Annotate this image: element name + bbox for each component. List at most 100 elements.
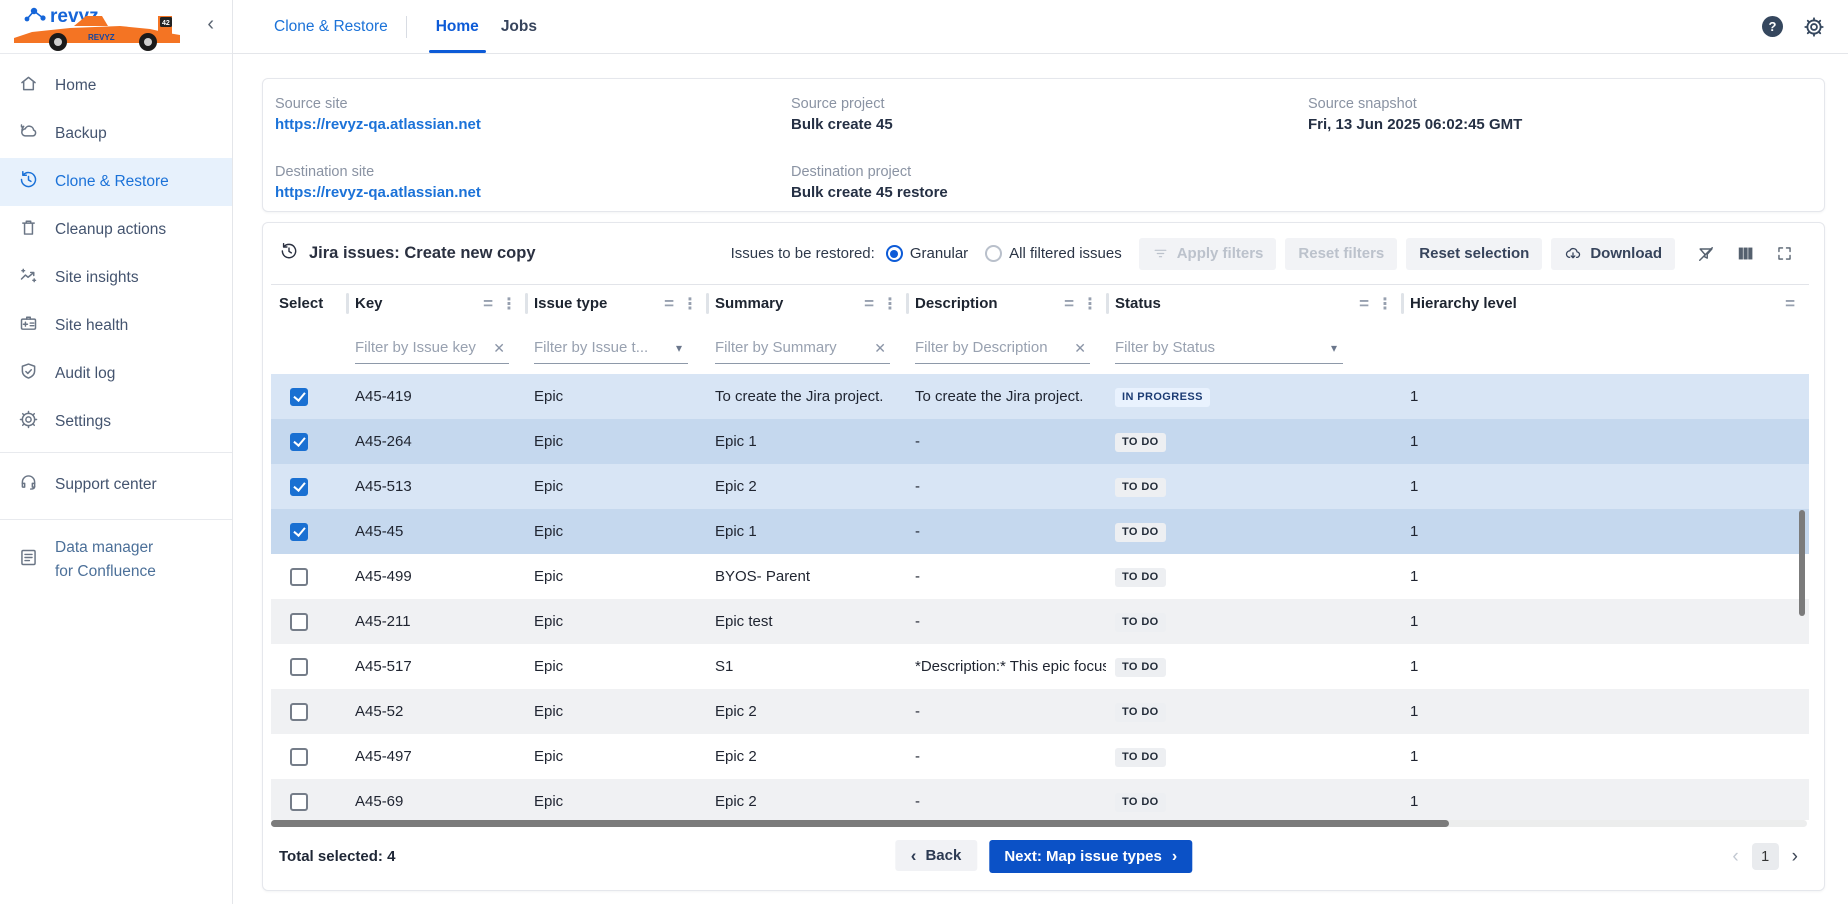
cell-summary: Epic 1 — [706, 523, 906, 540]
drag-handle-icon[interactable]: = — [1785, 294, 1809, 314]
filter-input-status[interactable] — [1115, 339, 1327, 363]
drag-handle-icon[interactable]: = — [1359, 294, 1371, 314]
column-menu-icon[interactable]: ⋮ — [676, 294, 706, 314]
settings-gear-icon[interactable] — [1803, 16, 1825, 38]
filter-row: ✕ ▾ ✕ ✕ ▾ — [271, 322, 1809, 374]
status-badge: TO DO — [1115, 703, 1166, 722]
source-site-link[interactable]: https://revyz-qa.atlassian.net — [275, 116, 791, 133]
cell-description: - — [906, 568, 1106, 585]
row-checkbox[interactable] — [290, 523, 308, 541]
table-row[interactable]: A45-513 Epic Epic 2 - TO DO 1 — [271, 464, 1809, 509]
sidebar-item-backup[interactable]: Backup — [0, 110, 232, 158]
row-checkbox[interactable] — [290, 568, 308, 586]
sidebar-collapse-button[interactable]: ‹ — [207, 14, 214, 34]
row-checkbox[interactable] — [290, 613, 308, 631]
status-badge: TO DO — [1115, 478, 1166, 497]
source-site-field: Source site https://revyz-qa.atlassian.n… — [275, 96, 791, 143]
table-row[interactable]: A45-211 Epic Epic test - TO DO 1 — [271, 599, 1809, 644]
next-map-issue-types-button[interactable]: Next: Map issue types› — [989, 840, 1192, 873]
sidebar-item-cleanup-actions[interactable]: Cleanup actions — [0, 206, 232, 254]
filter-input-description[interactable] — [915, 339, 1070, 363]
row-checkbox[interactable] — [290, 478, 308, 496]
pagination-next-icon[interactable]: › — [1792, 846, 1798, 868]
destination-site-link[interactable]: https://revyz-qa.atlassian.net — [275, 184, 791, 201]
source-project-field: Source project Bulk create 45 — [791, 96, 1308, 143]
breadcrumb[interactable]: Clone & Restore — [274, 18, 388, 36]
reset-selection-button[interactable]: Reset selection — [1406, 238, 1542, 270]
button-label: Reset filters — [1298, 245, 1384, 262]
sidebar-item-settings[interactable]: Settings — [0, 398, 232, 446]
row-checkbox[interactable] — [290, 703, 308, 721]
drag-handle-icon[interactable]: = — [1064, 294, 1076, 314]
sidebar-item-clone-restore[interactable]: Clone & Restore — [0, 158, 232, 206]
drag-handle-icon[interactable]: = — [864, 294, 876, 314]
column-menu-icon[interactable]: ⋮ — [876, 294, 906, 314]
row-checkbox[interactable] — [290, 388, 308, 406]
columns-icon[interactable] — [1732, 240, 1759, 267]
reset-filters-button[interactable]: Reset filters — [1285, 238, 1397, 270]
column-menu-icon[interactable]: ⋮ — [495, 294, 525, 314]
row-checkbox[interactable] — [290, 433, 308, 451]
field-value: Bulk create 45 — [791, 116, 1308, 133]
svg-text:REVYZ: REVYZ — [88, 33, 115, 42]
help-icon[interactable]: ? — [1762, 16, 1783, 37]
pagination-prev-icon[interactable]: ‹ — [1732, 846, 1738, 868]
vertical-scrollbar-thumb[interactable] — [1799, 510, 1805, 616]
status-badge: TO DO — [1115, 793, 1166, 812]
cell-select — [271, 388, 346, 406]
caret-down-icon[interactable]: ▾ — [672, 341, 688, 362]
caret-down-icon[interactable]: ▾ — [1327, 341, 1343, 362]
button-label: Apply filters — [1177, 245, 1264, 262]
table-row[interactable]: A45-69 Epic Epic 2 - TO DO 1 — [271, 779, 1809, 820]
filter-input-summary[interactable] — [715, 339, 870, 363]
back-button[interactable]: ‹Back — [895, 840, 978, 871]
table-footer: Total selected: 4 ‹Back Next: Map issue … — [263, 827, 1824, 890]
download-button[interactable]: Download — [1551, 238, 1675, 270]
table-row[interactable]: A45-497 Epic Epic 2 - TO DO 1 — [271, 734, 1809, 779]
drag-handle-icon[interactable]: = — [483, 294, 495, 314]
topbar-separator — [406, 16, 407, 38]
status-badge: IN PROGRESS — [1115, 388, 1210, 407]
brand-logo: revyz 42 REVYZ ‹ — [0, 0, 232, 54]
document-icon — [18, 547, 39, 573]
pagination-page-button[interactable]: 1 — [1752, 843, 1779, 870]
sidebar-item-label: Home — [55, 77, 96, 95]
sidebar-item-site-insights[interactable]: Site insights — [0, 254, 232, 302]
tab-home[interactable]: Home — [425, 0, 490, 53]
chevron-left-icon: ‹ — [911, 847, 917, 864]
filter-input-issue-type[interactable] — [534, 339, 672, 363]
sidebar-item-label: Settings — [55, 413, 111, 431]
sidebar-item-site-health[interactable]: Site health — [0, 302, 232, 350]
table-row[interactable]: A45-52 Epic Epic 2 - TO DO 1 — [271, 689, 1809, 734]
column-menu-icon[interactable]: ⋮ — [1076, 294, 1106, 314]
sidebar-divider — [0, 519, 232, 520]
horizontal-scrollbar[interactable] — [271, 820, 1807, 827]
radio-button[interactable] — [985, 245, 1002, 262]
clear-filter-icon[interactable]: ✕ — [489, 340, 509, 363]
table-row[interactable]: A45-499 Epic BYOS- Parent - TO DO 1 — [271, 554, 1809, 599]
radio-all-filtered-issues[interactable]: All filtered issues — [985, 245, 1122, 262]
drag-handle-icon[interactable]: = — [664, 294, 676, 314]
table-row[interactable]: A45-45 Epic Epic 1 - TO DO 1 — [271, 509, 1809, 554]
row-checkbox[interactable] — [290, 748, 308, 766]
sidebar-item-support-center[interactable]: Support center — [0, 461, 232, 509]
row-checkbox[interactable] — [290, 793, 308, 811]
filter-input-key[interactable] — [355, 339, 489, 363]
apply-filters-button[interactable]: Apply filters — [1139, 238, 1277, 270]
column-menu-icon[interactable]: ⋮ — [1371, 294, 1401, 314]
clear-filter-icon[interactable]: ✕ — [1070, 340, 1090, 363]
sidebar-item-home[interactable]: Home — [0, 62, 232, 110]
table-row[interactable]: A45-419 Epic To create the Jira project.… — [271, 374, 1809, 419]
fullscreen-icon[interactable] — [1771, 240, 1798, 267]
row-checkbox[interactable] — [290, 658, 308, 676]
table-row[interactable]: A45-264 Epic Epic 1 - TO DO 1 — [271, 419, 1809, 464]
filter-off-icon[interactable] — [1692, 240, 1720, 268]
table-row[interactable]: A45-517 Epic S1 *Description:* This epic… — [271, 644, 1809, 689]
radio-granular[interactable]: Granular — [886, 245, 968, 262]
tab-jobs[interactable]: Jobs — [490, 0, 548, 53]
clear-filter-icon[interactable]: ✕ — [870, 340, 890, 363]
sidebar-item-audit-log[interactable]: Audit log — [0, 350, 232, 398]
radio-button[interactable] — [886, 245, 903, 262]
sidebar-item-data-manager-confluence[interactable]: Data manager for Confluence — [0, 528, 232, 592]
horizontal-scrollbar-thumb[interactable] — [271, 820, 1449, 827]
